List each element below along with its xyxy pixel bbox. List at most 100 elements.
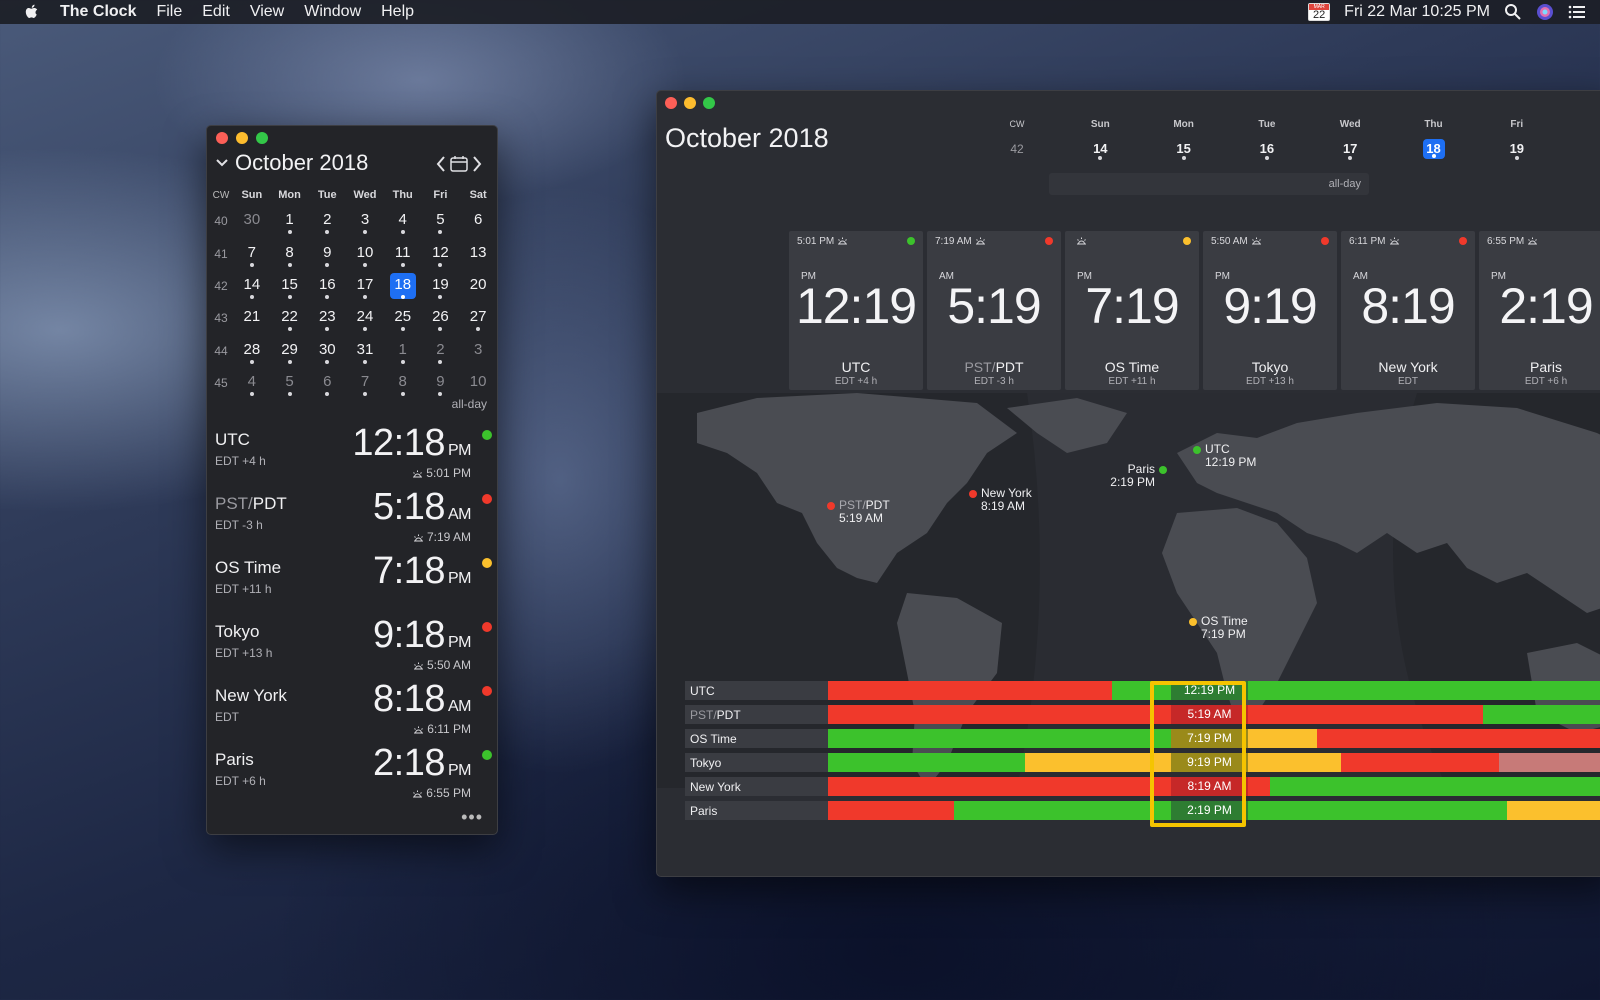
calendar-day[interactable]: 10: [465, 370, 491, 396]
calendar-day[interactable]: 2: [314, 208, 340, 235]
close-button[interactable]: [216, 132, 228, 144]
previous-month-icon[interactable]: [435, 155, 447, 173]
zoom-button[interactable]: [256, 132, 268, 144]
week-day-column[interactable]: Fri 19: [1497, 119, 1537, 160]
next-month-icon[interactable]: [471, 155, 483, 173]
calendar-day[interactable]: 27: [465, 305, 491, 332]
calendar-status-icon[interactable]: MAR 22: [1308, 3, 1331, 21]
map-pin[interactable]: OS Time 7:19 PM: [1189, 615, 1269, 641]
clock-card[interactable]: 6:11 PM AM 8:19 New York EDT: [1341, 231, 1475, 390]
calendar-day[interactable]: 3: [465, 338, 491, 364]
app-menu[interactable]: The Clock: [60, 3, 136, 21]
calendar-day[interactable]: 8: [390, 370, 416, 397]
more-options-icon[interactable]: •••: [461, 807, 483, 828]
calendar-day[interactable]: 6: [314, 370, 340, 397]
timeline-row[interactable]: Paris 2:19 PM: [685, 801, 1600, 820]
calendar-day-today[interactable]: 18: [389, 272, 416, 299]
calendar-day[interactable]: 21: [239, 305, 265, 331]
timezone-row[interactable]: OS Time EDT +11 h 7:18 PM: [207, 546, 497, 610]
calendar-day[interactable]: 29: [277, 338, 303, 364]
calendar-day[interactable]: 9: [427, 370, 453, 397]
current-time-highlight[interactable]: [1150, 681, 1246, 827]
file-menu[interactable]: File: [156, 3, 182, 21]
calendar-day[interactable]: 12: [427, 241, 453, 267]
map-pin[interactable]: UTC 12:19 PM: [1193, 443, 1273, 469]
calendar-day[interactable]: 4: [239, 370, 265, 397]
map-pin[interactable]: PST/PDT 5:19 AM: [827, 499, 907, 525]
calendar-day[interactable]: 16: [314, 273, 340, 299]
calendar-day[interactable]: 30: [314, 338, 340, 364]
apple-menu-icon[interactable]: [22, 2, 42, 22]
calendar-day[interactable]: 14: [239, 273, 265, 299]
clock-card[interactable]: PM 7:19 OS Time EDT +11 h: [1065, 231, 1199, 390]
clock-card[interactable]: 5:01 PM PM 12:19 UTC EDT +4 h: [789, 231, 923, 390]
calendar-day[interactable]: 4: [390, 208, 416, 235]
calendar-day[interactable]: 26: [427, 305, 453, 332]
calendar-day-number: 23: [318, 308, 336, 326]
calendar-day[interactable]: 7: [352, 370, 378, 397]
timezone-row[interactable]: Tokyo EDT +13 h 9:18 PM 5:50 AM: [207, 610, 497, 674]
menubar-datetime[interactable]: Fri 22 Mar 10:25 PM: [1344, 3, 1490, 21]
calendar-day[interactable]: 8: [277, 241, 303, 267]
timeline-row[interactable]: New York 8:19 AM: [685, 777, 1600, 796]
edit-menu[interactable]: Edit: [202, 3, 230, 21]
calendar-day[interactable]: 6: [465, 208, 491, 234]
clock-card[interactable]: 5:50 AM PM 9:19 Tokyo EDT +13 h: [1203, 231, 1337, 390]
zoom-button[interactable]: [703, 97, 715, 109]
calendar-day[interactable]: 3: [352, 208, 378, 235]
calendar-day[interactable]: 19: [427, 273, 453, 299]
calendar-day[interactable]: 20: [465, 273, 491, 299]
week-day-column[interactable]: Sun 14: [1080, 119, 1120, 160]
calendar-day[interactable]: 11: [390, 241, 416, 267]
calendar-day[interactable]: 17: [352, 273, 378, 299]
close-button[interactable]: [665, 97, 677, 109]
week-day-column[interactable]: Thu 18: [1414, 119, 1454, 159]
spotlight-search-icon[interactable]: [1504, 3, 1522, 21]
calendar-day[interactable]: 30: [239, 208, 265, 234]
minimize-button[interactable]: [236, 132, 248, 144]
timezone-row[interactable]: Paris EDT +6 h 2:18 PM 6:55 PM: [207, 738, 497, 802]
week-day-column[interactable]: Tue 16: [1247, 119, 1287, 160]
calendar-day[interactable]: 31: [352, 338, 378, 364]
calendar-day[interactable]: 23: [314, 305, 340, 332]
calendar-day[interactable]: 24: [352, 305, 378, 332]
calendar-day[interactable]: 13: [465, 241, 491, 267]
timeline-row[interactable]: PST/PDT 5:19 AM: [685, 705, 1600, 724]
calendar-day[interactable]: 2: [427, 338, 453, 364]
timeline-row[interactable]: Tokyo 9:19 PM: [685, 753, 1600, 772]
clock-name: Tokyo: [1203, 359, 1337, 375]
siri-icon[interactable]: [1536, 3, 1554, 21]
help-menu[interactable]: Help: [381, 3, 414, 21]
today-calendar-icon[interactable]: [449, 155, 469, 173]
calendar-day[interactable]: 10: [352, 241, 378, 267]
pin-time: 12:19 PM: [1205, 455, 1257, 469]
calendar-day[interactable]: 7: [239, 241, 265, 267]
calendar-day[interactable]: 1: [390, 338, 416, 364]
calendar-day[interactable]: 5: [427, 208, 453, 235]
timeline-comparison[interactable]: UTC 12:19 PM PST/PDT 5:19 AM OS Time 7:19 PM T…: [685, 681, 1600, 829]
timezone-row[interactable]: UTC EDT +4 h 12:18 PM 5:01 PM: [207, 418, 497, 482]
calendar-day[interactable]: 9: [314, 241, 340, 267]
all-day-events-bar[interactable]: all-day: [1049, 173, 1369, 195]
week-day-column[interactable]: Mon 15: [1164, 119, 1204, 160]
window-menu[interactable]: Window: [304, 3, 361, 21]
calendar-day[interactable]: 25: [390, 305, 416, 332]
calendar-day[interactable]: 22: [277, 305, 303, 332]
timezone-row[interactable]: New York EDT 8:18 AM 6:11 PM: [207, 674, 497, 738]
minimize-button[interactable]: [684, 97, 696, 109]
chevron-down-icon[interactable]: [215, 158, 229, 168]
calendar-day[interactable]: 5: [277, 370, 303, 397]
timezone-row[interactable]: PST/PDT EDT -3 h 5:18 AM 7:19 AM: [207, 482, 497, 546]
clock-card[interactable]: 6:55 PM PM 2:19 Paris EDT +6 h: [1479, 231, 1600, 390]
calendar-day[interactable]: 28: [239, 338, 265, 364]
map-pin[interactable]: Paris 2:19 PM: [1087, 463, 1167, 489]
view-menu[interactable]: View: [250, 3, 284, 21]
calendar-day[interactable]: 15: [277, 273, 303, 299]
calendar-day[interactable]: 1: [277, 208, 303, 235]
clock-card[interactable]: 7:19 AM AM 5:19 PST/PDT EDT -3 h: [927, 231, 1061, 390]
week-day-column[interactable]: Wed 17: [1330, 119, 1370, 160]
timeline-row[interactable]: UTC 12:19 PM: [685, 681, 1600, 700]
notification-center-icon[interactable]: [1568, 3, 1586, 21]
map-pin[interactable]: New York 8:19 AM: [969, 487, 1049, 513]
timeline-row[interactable]: OS Time 7:19 PM: [685, 729, 1600, 748]
